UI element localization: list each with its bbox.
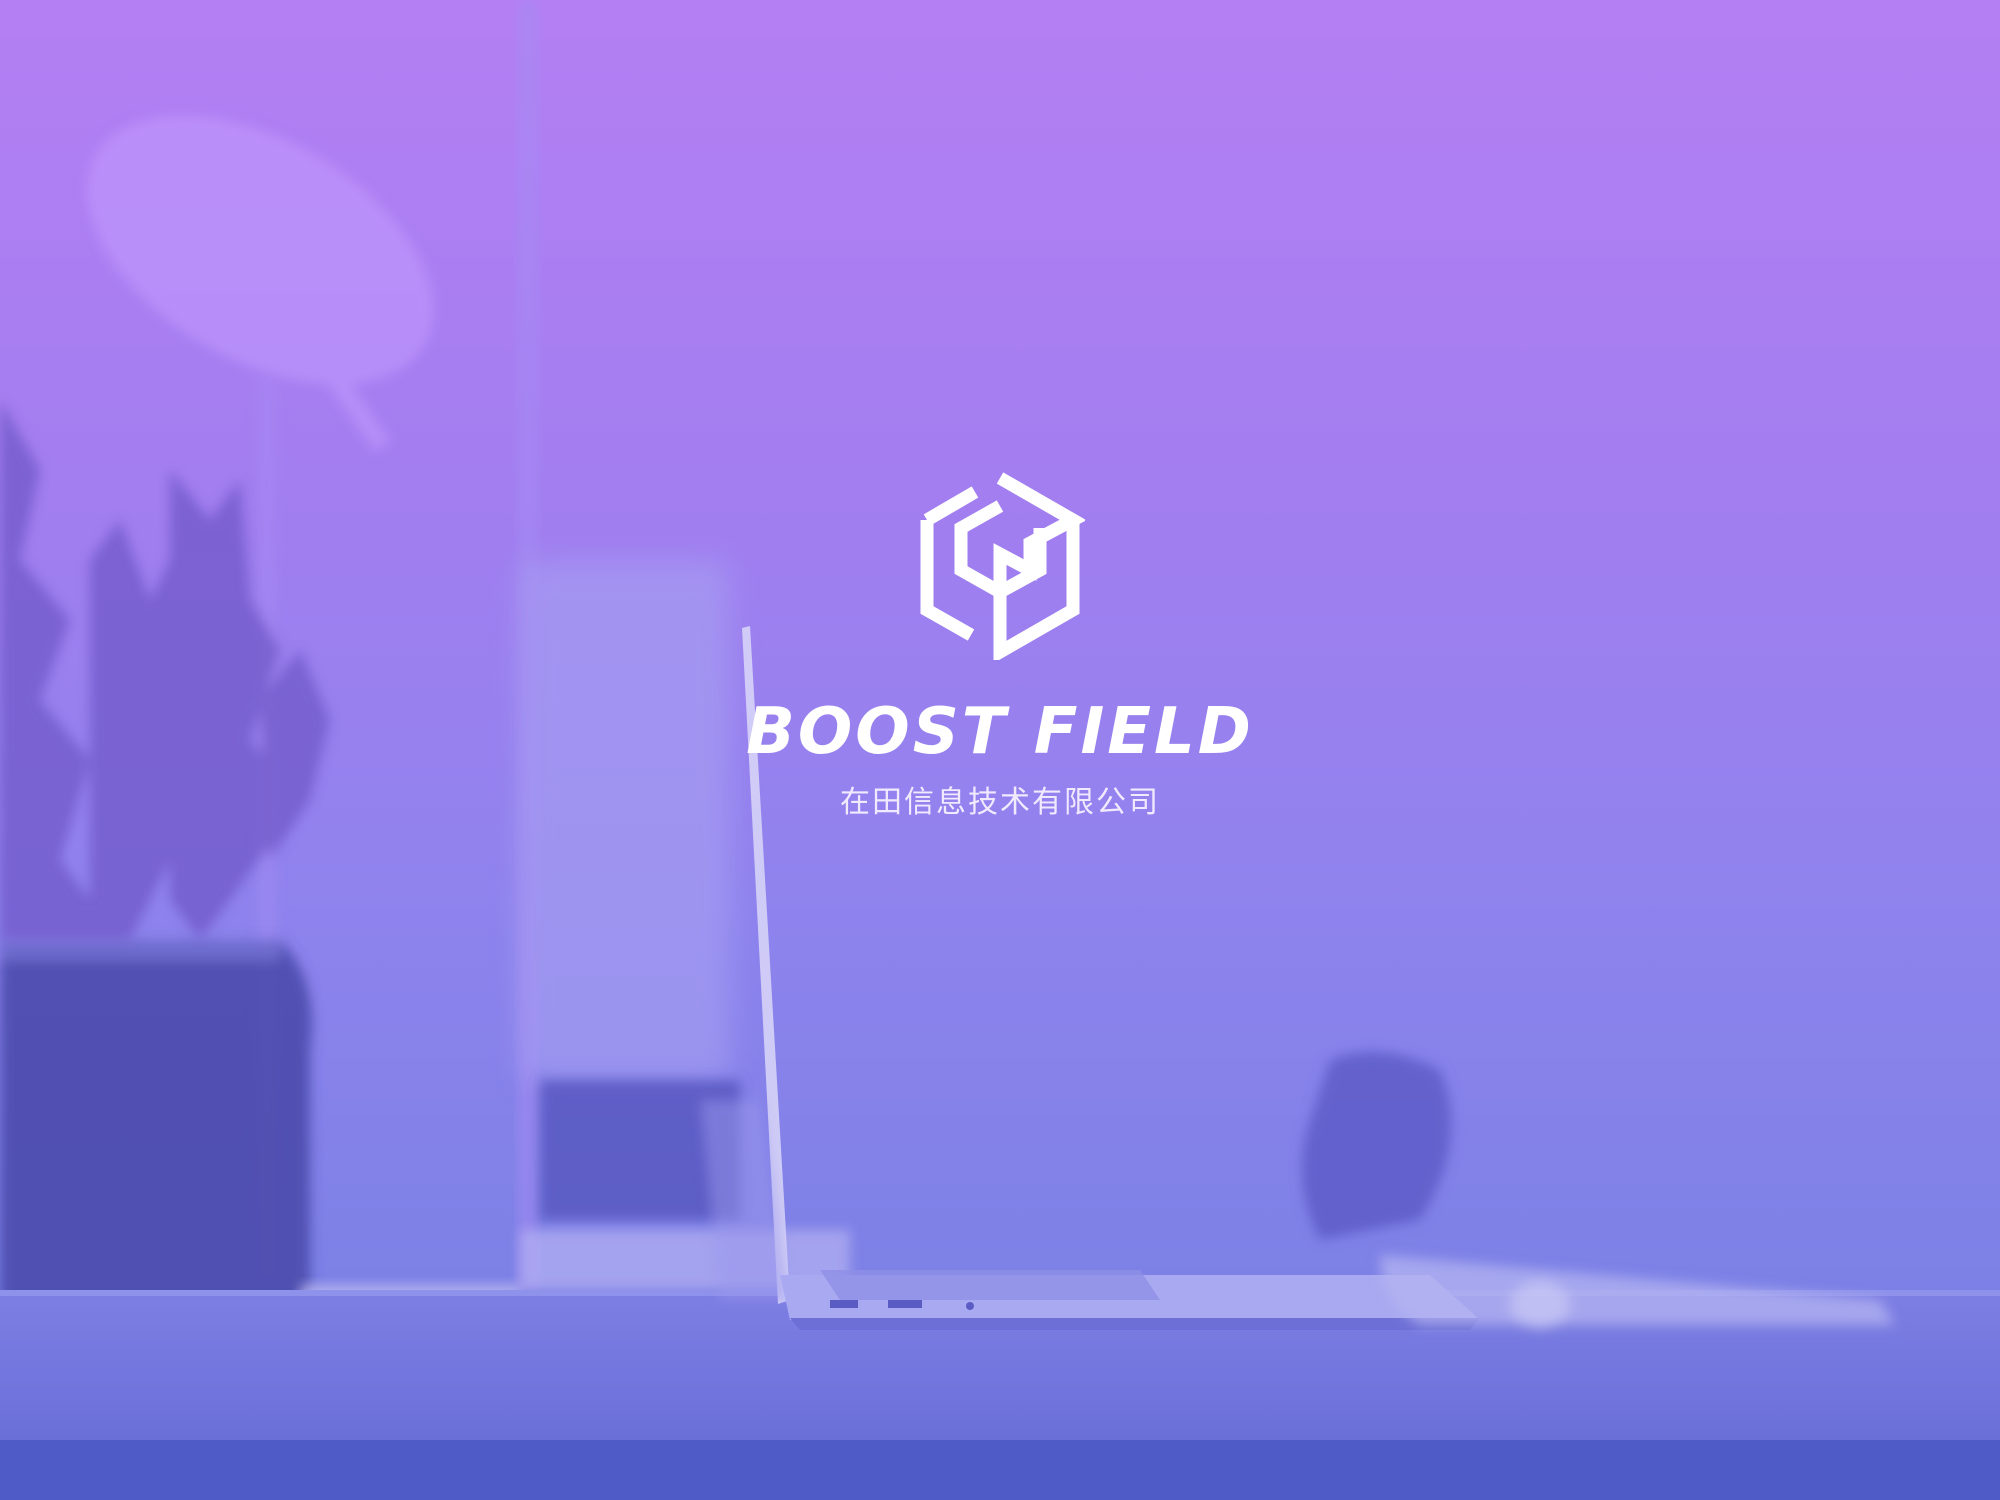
- desk-device-shape: [1302, 1052, 1452, 1240]
- brand-block: BOOST FIELD 在田信息技术有限公司: [0, 470, 2000, 818]
- splash-screen: BOOST FIELD 在田信息技术有限公司: [0, 0, 2000, 1500]
- plant-vase-shape: [0, 940, 312, 1330]
- brand-name: BOOST FIELD: [746, 695, 1254, 769]
- boost-field-logo-icon: [920, 472, 1085, 660]
- floor-band: [0, 1440, 2000, 1500]
- brand-subtitle: 在田信息技术有限公司: [840, 785, 1160, 820]
